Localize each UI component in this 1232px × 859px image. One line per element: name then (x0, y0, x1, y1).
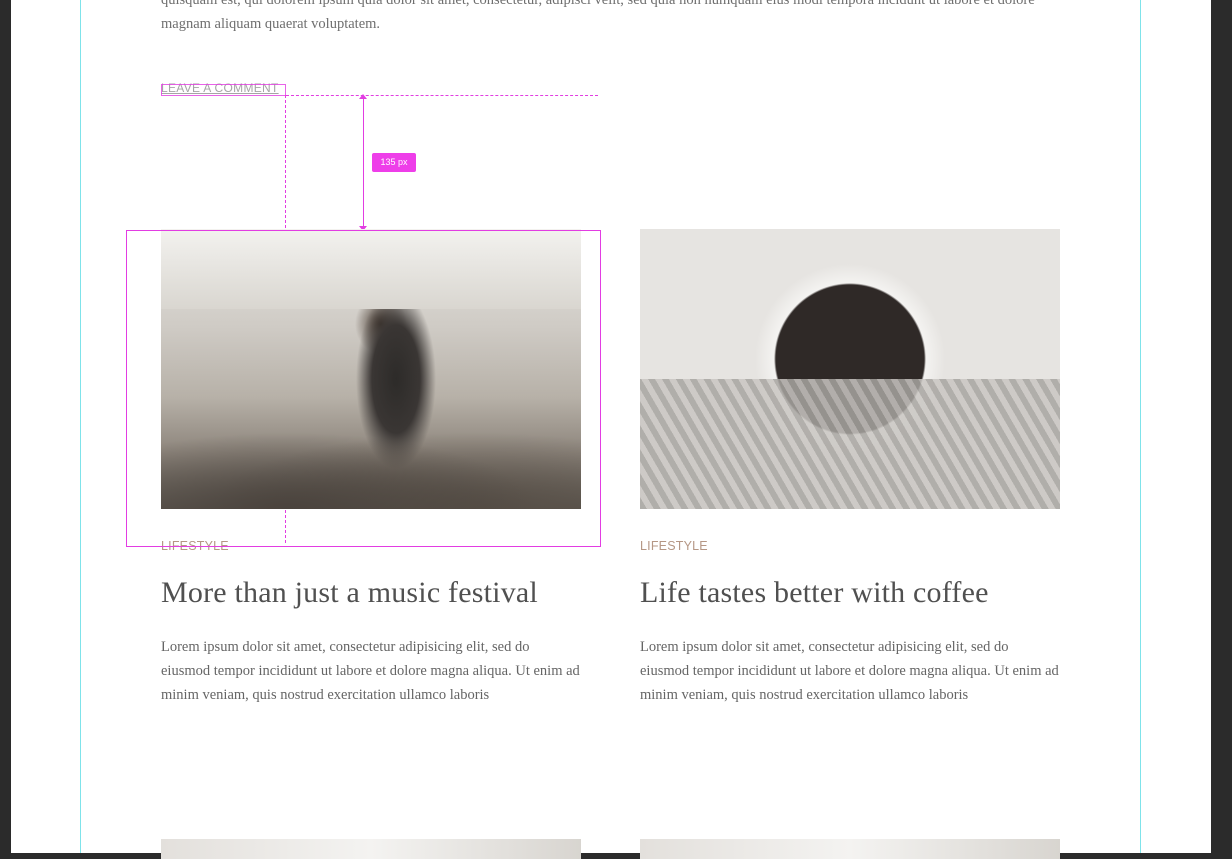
measure-arrow (363, 96, 364, 230)
post-excerpt: Lorem ipsum dolor sit amet, consectetur … (161, 639, 580, 703)
selected-element-outline (126, 230, 601, 547)
measure-source-box (161, 84, 286, 96)
post-image-coffee[interactable] (640, 229, 1060, 509)
post-card-coffee[interactable]: LIFESTYLE Life tastes better with coffee… (640, 229, 1060, 707)
next-post-image-right[interactable] (640, 839, 1060, 859)
layout-guide-right (1140, 0, 1141, 853)
layout-guide-left (80, 0, 81, 853)
post-title[interactable]: Life tastes better with coffee (640, 575, 1060, 611)
design-canvas: quisquam est, qui dolorem ipsum quia dol… (11, 0, 1211, 859)
post-excerpt: Lorem ipsum dolor sit amet, consectetur … (640, 639, 1059, 703)
measure-guide-horizontal (286, 95, 598, 96)
next-post-image-left[interactable] (161, 839, 581, 859)
measure-distance-badge: 135 px (372, 153, 416, 172)
post-category[interactable]: LIFESTYLE (640, 539, 1060, 553)
post-title[interactable]: More than just a music festival (161, 575, 581, 611)
intro-paragraph: quisquam est, qui dolorem ipsum quia dol… (161, 0, 1035, 32)
